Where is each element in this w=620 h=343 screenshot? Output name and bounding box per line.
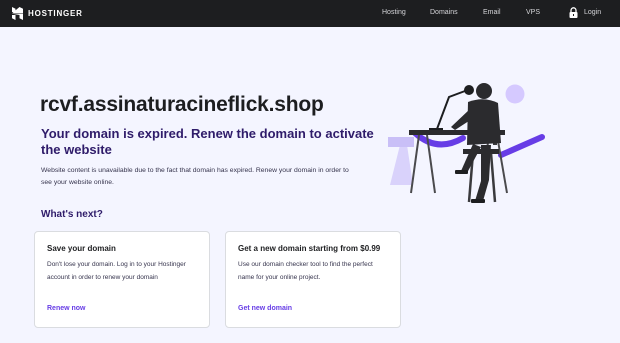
expired-description: Website content is unavailable due to th… <box>41 167 349 186</box>
new-domain-card: Get a new domain starting from $0.99 Use… <box>225 231 401 328</box>
hostinger-logo[interactable]: HOSTINGER <box>12 7 83 20</box>
whats-next-heading: What's next? <box>41 209 103 220</box>
nav-link-domains[interactable]: Domains <box>430 9 458 16</box>
nav-link-hosting[interactable]: Hosting <box>382 9 406 16</box>
nav-link-vps[interactable]: VPS <box>526 9 540 16</box>
card-text: Use our domain checker tool to find the … <box>238 261 373 281</box>
card-title: Save your domain <box>47 244 116 253</box>
person-at-desk-illustration <box>388 83 545 203</box>
get-new-domain-link[interactable]: Get new domain <box>238 305 292 312</box>
lock-icon <box>569 7 578 18</box>
card-title: Get a new domain starting from $0.99 <box>238 244 381 253</box>
hostinger-h-icon <box>12 7 23 20</box>
renew-now-link[interactable]: Renew now <box>47 305 86 312</box>
login-label: Login <box>584 9 602 16</box>
save-domain-card: Save your domain Don't lose your domain.… <box>34 231 210 328</box>
top-navigation-bar: HOSTINGER Hosting Domains Email VPS Logi… <box>0 0 620 27</box>
card-text: Don't lose your domain. Log in to your H… <box>47 261 186 281</box>
expired-headline: Your domain is expired. Renew the domain… <box>41 126 374 157</box>
brand-name: HOSTINGER <box>28 9 83 18</box>
login-button[interactable]: Login <box>569 7 601 18</box>
nav-link-email[interactable]: Email <box>483 9 501 16</box>
domain-name-title: rcvf.assinaturacineflick.shop <box>40 93 324 116</box>
